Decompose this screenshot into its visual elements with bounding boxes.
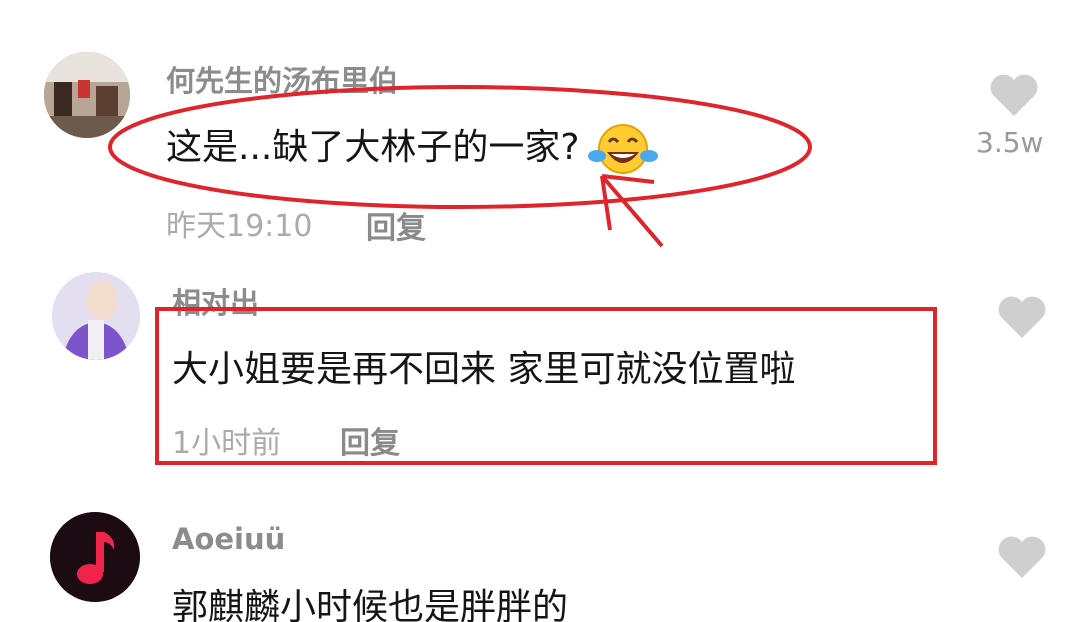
user-avatar[interactable] <box>52 272 140 360</box>
reply-button[interactable]: 回复 <box>340 418 400 462</box>
annotation-arrow <box>600 174 664 248</box>
photo-avatar-icon <box>44 52 130 138</box>
heart-icon[interactable] <box>988 72 1040 118</box>
like-count: 3.5w <box>976 126 1044 159</box>
comment-username[interactable]: 何先生的汤布里伯 <box>166 58 398 100</box>
user-avatar[interactable] <box>50 512 140 602</box>
user-avatar[interactable] <box>44 52 130 138</box>
comment-username[interactable]: 相对出 <box>172 280 259 322</box>
annotation-overlay <box>108 85 937 465</box>
comment-time: 1小时前 <box>172 426 282 461</box>
purple-portrait-avatar-icon <box>52 272 140 360</box>
comment-time: 昨天19:10 <box>166 209 313 244</box>
heart-icon[interactable] <box>996 294 1048 340</box>
comment-text: 这是...缺了大林子的一家? <box>166 118 661 178</box>
comment-body: 这是...缺了大林子的一家? <box>166 127 580 168</box>
tears-of-joy-emoji-icon <box>588 124 659 174</box>
comment-list: 何先生的汤布里伯 这是...缺了大林子的一家? 昨天19:10 回复 3.5w <box>0 0 1079 622</box>
comment-text: 大小姐要是再不回来 家里可就没位置啦 <box>172 349 796 390</box>
comment-username[interactable]: Aoeiuü <box>172 522 285 556</box>
heart-icon[interactable] <box>996 534 1048 580</box>
music-note-avatar-icon <box>50 512 140 602</box>
reply-button[interactable]: 回复 <box>366 203 426 247</box>
comment-text: 郭麒麟小时候也是胖胖的 <box>172 587 569 622</box>
